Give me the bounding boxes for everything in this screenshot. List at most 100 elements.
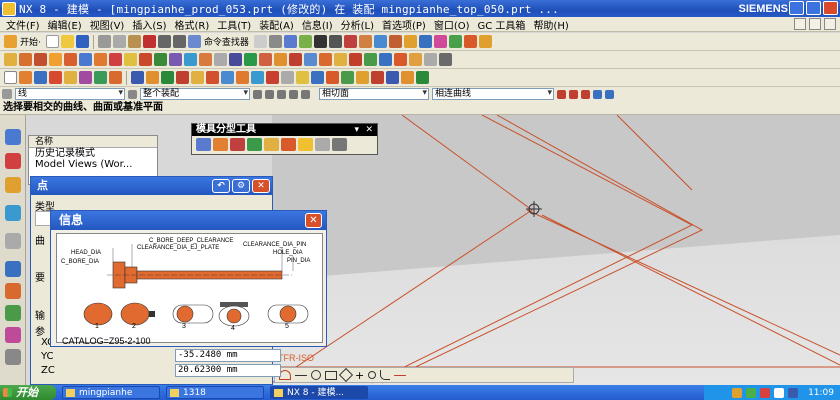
insert-icon[interactable]: [236, 71, 249, 84]
reset-icon[interactable]: ↶: [212, 179, 230, 193]
point-snap-icon[interactable]: [593, 89, 602, 99]
snap-icon[interactable]: [289, 89, 298, 99]
view-orient-icon[interactable]: [343, 35, 357, 48]
start-menu-button[interactable]: 开始·: [20, 35, 41, 48]
constraint-icon[interactable]: [418, 35, 432, 48]
menu-information[interactable]: 信息(I): [298, 17, 337, 32]
web-browser-icon[interactable]: [5, 261, 21, 277]
mold-base-icon[interactable]: [176, 71, 189, 84]
mirror-icon[interactable]: [274, 53, 287, 66]
task-1318[interactable]: 1318: [166, 386, 264, 399]
point-dialog-title-bar[interactable]: 点 ↶ ⚙ ✕: [31, 177, 272, 195]
undo-icon[interactable]: [157, 35, 171, 48]
point-icon[interactable]: [368, 371, 377, 379]
constraint-navigator-icon[interactable]: [5, 153, 21, 169]
part-icon[interactable]: [388, 35, 402, 48]
exchange-model-icon[interactable]: [315, 138, 330, 151]
snap-icon[interactable]: [265, 89, 274, 99]
section-curve-icon[interactable]: [94, 71, 107, 84]
assembly-navigator-icon[interactable]: [5, 129, 21, 145]
history-icon[interactable]: [5, 283, 21, 299]
face-rule-dropdown[interactable]: 相切面: [319, 88, 429, 100]
chamfer-icon[interactable]: [199, 53, 212, 66]
process-studio-icon[interactable]: [5, 327, 21, 343]
extrude-icon[interactable]: [19, 53, 32, 66]
maximize-button[interactable]: [806, 1, 821, 15]
region-analysis-icon[interactable]: [196, 138, 211, 151]
tray-icon[interactable]: [760, 387, 771, 398]
offset-section-label[interactable]: 输: [35, 307, 45, 322]
layout-icon[interactable]: [161, 71, 174, 84]
selection-scope-dropdown[interactable]: 整个装配: [140, 88, 250, 100]
menu-analysis[interactable]: 分析(L): [337, 17, 378, 32]
info-dialog-title-bar[interactable]: 信息 ✕: [51, 211, 326, 230]
mold-tools-icon[interactable]: [401, 71, 414, 84]
sew-icon[interactable]: [304, 53, 317, 66]
task-mingpianhe[interactable]: mingpianhe: [62, 386, 160, 399]
nx-app-icon[interactable]: [2, 1, 16, 16]
cooling-icon[interactable]: [281, 71, 294, 84]
pull-face-icon[interactable]: [379, 53, 392, 66]
fit-icon[interactable]: [298, 35, 312, 48]
delete-files-icon[interactable]: [386, 71, 399, 84]
tray-icon[interactable]: [788, 387, 799, 398]
define-cavity-icon[interactable]: [298, 138, 313, 151]
point-snap-icon[interactable]: [569, 89, 578, 99]
window-icon[interactable]: [253, 35, 267, 48]
hole-icon[interactable]: [49, 53, 62, 66]
dialog-close-icon[interactable]: ✕: [252, 179, 270, 193]
palette-dropdown-icon[interactable]: ▾: [354, 124, 359, 136]
boss-icon[interactable]: [64, 53, 77, 66]
navigator-column-header[interactable]: 名称: [29, 136, 157, 148]
reuse-library-icon[interactable]: [5, 205, 21, 221]
project-curve-icon[interactable]: [64, 71, 77, 84]
move-face-icon[interactable]: [364, 53, 377, 66]
snap-icon[interactable]: [253, 89, 262, 99]
cylinder-icon[interactable]: [109, 53, 122, 66]
shaded-icon[interactable]: [328, 35, 342, 48]
intersect-curve-icon[interactable]: [79, 71, 92, 84]
rectangle-icon[interactable]: [325, 370, 337, 380]
type-filter-dropdown[interactable]: 线: [15, 88, 125, 100]
block-icon[interactable]: [94, 53, 107, 66]
extend-face-icon[interactable]: [247, 138, 262, 151]
split-face-icon[interactable]: [264, 138, 279, 151]
electrode-icon[interactable]: [296, 71, 309, 84]
draft-icon[interactable]: [214, 53, 227, 66]
revolve-icon[interactable]: [34, 53, 47, 66]
trim-body-icon[interactable]: [229, 53, 242, 66]
minimize-button[interactable]: [789, 1, 804, 15]
menu-gc-toolbox[interactable]: GC 工具箱: [474, 17, 530, 32]
paste-icon[interactable]: [127, 35, 141, 48]
menu-tools[interactable]: 工具(T): [213, 17, 255, 32]
ejector-pin-icon[interactable]: [206, 71, 219, 84]
output-section-label[interactable]: 要: [35, 269, 45, 284]
doc-restore-button[interactable]: [809, 18, 821, 30]
menu-view[interactable]: 视图(V): [86, 17, 129, 32]
measure-icon[interactable]: [448, 35, 462, 48]
replace-face-icon[interactable]: [334, 53, 347, 66]
zoom-icon[interactable]: [283, 35, 297, 48]
shell-icon[interactable]: [169, 53, 182, 66]
mold-wizard-icon[interactable]: [463, 35, 477, 48]
backup-parting-icon[interactable]: [332, 138, 347, 151]
line-icon[interactable]: [4, 71, 17, 84]
offset-face-icon[interactable]: [289, 53, 302, 66]
mold-csys-icon[interactable]: [131, 71, 144, 84]
menu-window[interactable]: 窗口(O): [430, 17, 474, 32]
tray-icon[interactable]: [732, 387, 743, 398]
arc-icon[interactable]: [19, 71, 32, 84]
bom-icon[interactable]: [341, 71, 354, 84]
fillet-icon[interactable]: [380, 370, 391, 380]
start-icon[interactable]: [4, 35, 17, 48]
command-finder-button[interactable]: 命令查找器: [204, 35, 249, 48]
line-icon[interactable]: [295, 374, 307, 376]
assembly-icon[interactable]: [403, 35, 417, 48]
more-icon[interactable]: [439, 53, 452, 66]
point-snap-icon[interactable]: [605, 89, 614, 99]
sketch-icon[interactable]: [4, 53, 17, 66]
settings-icon[interactable]: ⚙: [232, 179, 250, 193]
pattern-icon[interactable]: [259, 53, 272, 66]
edge-patch-icon[interactable]: [230, 138, 245, 151]
patch-icon[interactable]: [319, 53, 332, 66]
